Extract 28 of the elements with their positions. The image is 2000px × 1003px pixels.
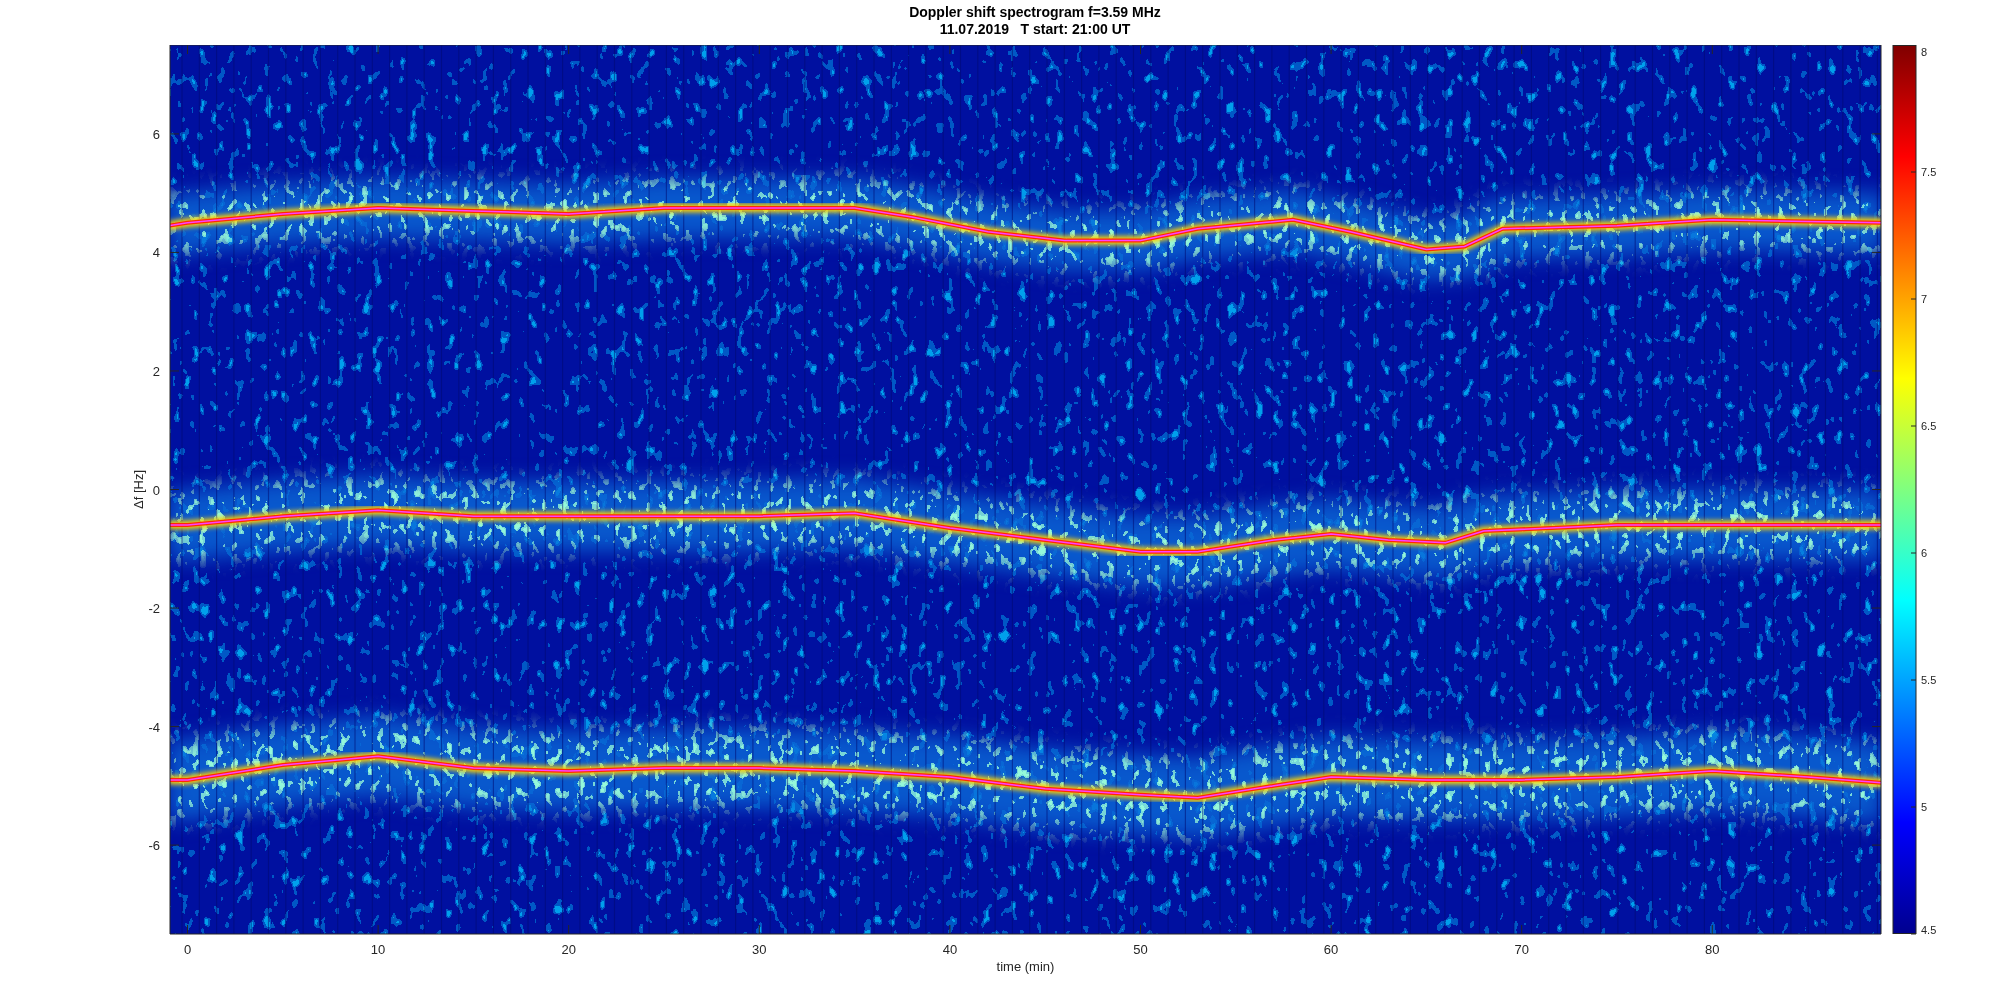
colorbar-tick-label: 8: [1921, 46, 1928, 58]
axis-tick-label: 70: [1514, 942, 1529, 957]
colorbar-tick-label: 6: [1921, 547, 1928, 559]
axis-tick-label: 0: [183, 942, 192, 957]
axis-tick-label: 4: [152, 245, 160, 261]
axis-tick-label: 6: [152, 126, 160, 142]
axis-tick-label: -2: [148, 601, 160, 617]
plot-title: 11.07.2019 T start: 21:00 UT: [939, 21, 1131, 38]
colorbar-tick-label: 7: [1921, 293, 1928, 305]
x-axis-label: time (min): [996, 959, 1055, 974]
colorbar-tick-label: 6.5: [1921, 420, 1937, 432]
axis-tick-label: -6: [148, 838, 160, 854]
colorbar-tick-label: 5.5: [1921, 674, 1937, 686]
axis-tick-label: 30: [752, 942, 767, 957]
axis-tick-label: 80: [1705, 942, 1720, 957]
colorbar-tick-label: 4.5: [1921, 924, 1937, 936]
axis-tick-label: 0: [152, 482, 160, 498]
plot-title: Doppler shift spectrogram f=3.59 MHz: [909, 4, 1161, 21]
y-axis-label: Δf [Hz]: [131, 470, 146, 509]
axis-tick-label: 10: [370, 942, 386, 957]
axis-tick-label: 60: [1323, 942, 1339, 957]
axis-tick-label: 2: [152, 363, 160, 379]
axis-tick-label: -4: [148, 719, 160, 735]
colorbar-tick-label: 7.5: [1921, 166, 1937, 178]
axis-tick-label: 50: [1133, 942, 1148, 957]
axis-tick-label: 20: [561, 942, 576, 957]
colorbar-tick-label: 5: [1921, 801, 1928, 813]
axis-tick-label: 40: [942, 942, 958, 957]
